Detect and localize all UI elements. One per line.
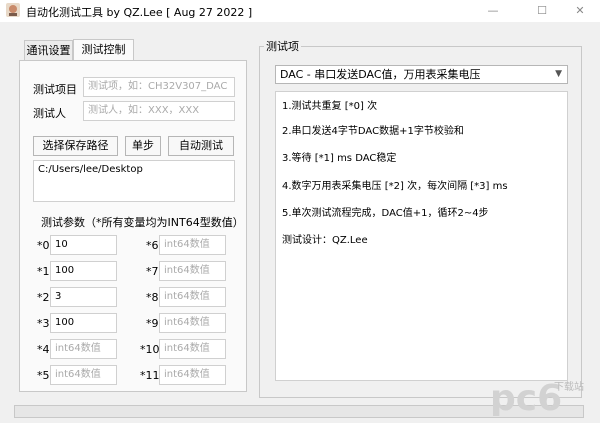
maximize-button[interactable]: ☐ <box>524 2 560 20</box>
param-input[interactable]: 10 <box>50 235 117 255</box>
param-input[interactable]: int64数值 <box>159 261 226 281</box>
description-line: 2.串口发送4字节DAC数据+1字节校验和 <box>282 126 464 137</box>
param-label: *3 <box>37 317 50 330</box>
param-input[interactable]: int64数值 <box>159 287 226 307</box>
param-label: *1 <box>37 265 50 278</box>
watermark-text: 下载站 <box>554 382 584 393</box>
param-input[interactable]: int64数值 <box>159 235 226 255</box>
param-input[interactable]: 3 <box>50 287 117 307</box>
save-path-field[interactable]: C:/Users/lee/Desktop <box>33 160 235 202</box>
param-label: *4 <box>37 343 50 356</box>
tester-label: 测试人 <box>33 107 66 120</box>
param-input[interactable]: int64数值 <box>50 339 117 359</box>
description-line: 4.数字万用表采集电压 [*2] 次，每次间隔 [*3] ms <box>282 181 508 192</box>
params-header: 测试参数（*所有变量均为INT64型数值） <box>41 216 244 229</box>
test-item-select[interactable]: DAC - 串口发送DAC值，万用表采集电压 ▼ <box>275 65 568 84</box>
svg-text:pc6: pc6 <box>490 378 562 416</box>
close-button[interactable]: ✕ <box>562 2 598 20</box>
param-input[interactable]: int64数值 <box>159 365 226 385</box>
description-line: 测试设计：QZ.Lee <box>282 235 368 246</box>
description-line: 1.测试共重复 [*0] 次 <box>282 101 378 112</box>
minimize-button[interactable]: — <box>475 2 511 20</box>
test-description-box[interactable]: 1.测试共重复 [*0] 次 2.串口发送4字节DAC数据+1字节校验和 3.等… <box>275 91 568 381</box>
param-label: *11 <box>140 369 160 382</box>
param-input[interactable]: int64数值 <box>50 365 117 385</box>
watermark-logo: pc6 <box>490 378 562 416</box>
param-label: *9 <box>146 317 159 330</box>
param-label: *6 <box>146 239 159 252</box>
param-label: *0 <box>37 239 50 252</box>
description-line: 3.等待 [*1] ms DAC稳定 <box>282 153 397 164</box>
param-input[interactable]: 100 <box>50 261 117 281</box>
single-step-button[interactable]: 单步 <box>125 136 161 156</box>
description-line: 5.单次测试流程完成，DAC值+1，循环2~4步 <box>282 208 489 219</box>
param-label: *2 <box>37 291 50 304</box>
chevron-down-icon: ▼ <box>555 69 562 79</box>
tester-input[interactable]: 测试人，如：XXX，XXX <box>83 101 235 121</box>
project-input[interactable]: 测试项，如：CH32V307_DAC <box>83 77 235 97</box>
test-item-group-title: 测试项 <box>264 38 301 54</box>
param-input[interactable]: 100 <box>50 313 117 333</box>
auto-test-button[interactable]: 自动测试 <box>168 136 234 156</box>
title-bar: 自动化测试工具 by QZ.Lee [ Aug 27 2022 ] — ☐ ✕ <box>0 0 600 22</box>
param-input[interactable]: int64数值 <box>159 313 226 333</box>
window-title: 自动化测试工具 by QZ.Lee [ Aug 27 2022 ] <box>26 6 253 19</box>
param-label: *5 <box>37 369 50 382</box>
param-label: *10 <box>140 343 160 356</box>
tab-comm-settings[interactable]: 通讯设置 <box>24 40 73 60</box>
param-input[interactable]: int64数值 <box>159 339 226 359</box>
param-label: *7 <box>146 265 159 278</box>
choose-save-path-button[interactable]: 选择保存路径 <box>33 136 118 156</box>
test-item-selected: DAC - 串口发送DAC值，万用表采集电压 <box>280 68 481 81</box>
project-label: 测试项目 <box>33 83 77 96</box>
tab-test-control[interactable]: 测试控制 <box>73 39 134 61</box>
param-label: *8 <box>146 291 159 304</box>
app-icon <box>6 3 20 17</box>
